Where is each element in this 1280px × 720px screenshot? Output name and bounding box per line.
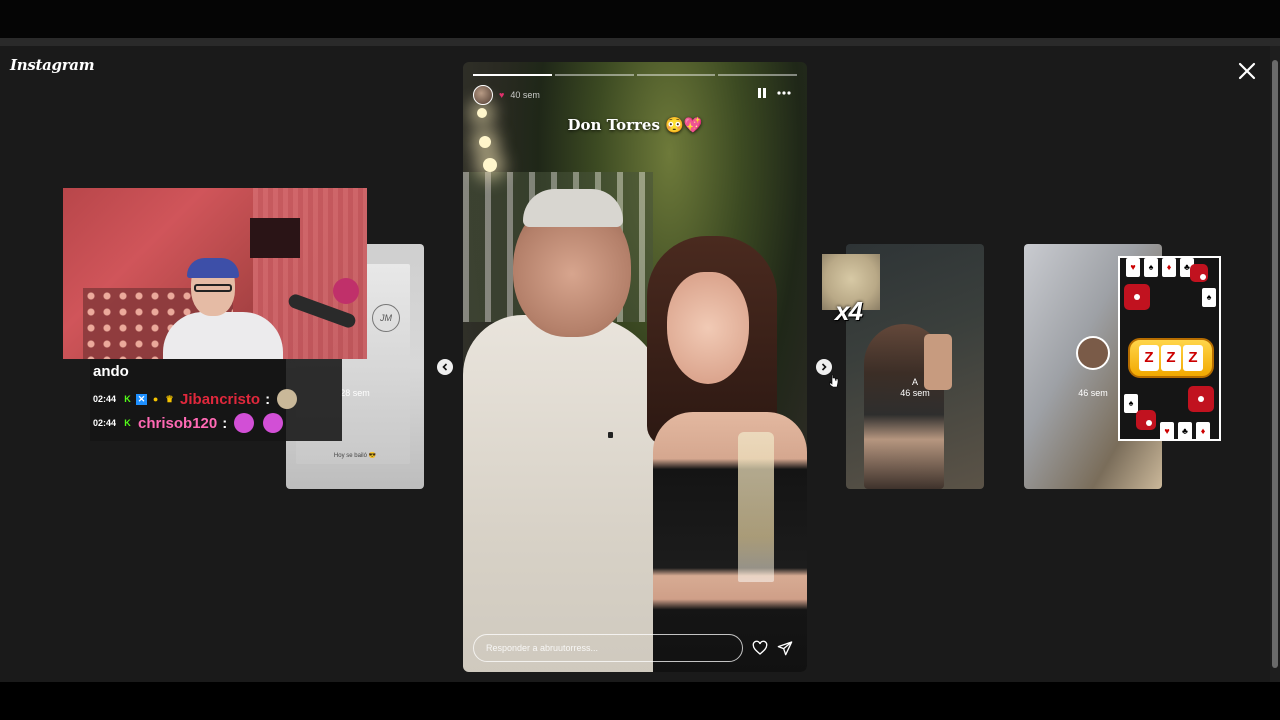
progress-segment <box>636 74 716 76</box>
story-progress-bar <box>473 74 797 76</box>
chat-title: ando <box>93 363 129 380</box>
crown-badge-icon: ♛ <box>165 393 174 404</box>
browser-tab-strip <box>0 38 1280 46</box>
avatar[interactable] <box>473 85 493 105</box>
headset <box>333 278 359 304</box>
story-preview-caption: Hoy se bailó 😎 <box>333 453 377 459</box>
dice-icon <box>1188 386 1214 412</box>
playing-card-icon: ♠ <box>1124 394 1138 413</box>
send-button[interactable] <box>777 640 793 656</box>
story-text-sticker: Don Torres 😳💖 <box>567 116 703 134</box>
story-preview-time: 46 sem <box>900 388 930 398</box>
progress-segment <box>473 74 552 76</box>
chevron-right-icon <box>821 363 827 371</box>
slot-machine-icon: Z Z Z <box>1128 338 1214 378</box>
more-icon <box>777 91 791 95</box>
story-header: ♥ 40 sem <box>473 84 540 106</box>
casino-sponsor-overlay: ♥ ♠ ♦ ♣ ♠ Z Z Z ♠ ♥ ♣ ♦ <box>1118 256 1221 441</box>
close-button[interactable] <box>1236 60 1258 82</box>
chat-timestamp: 02:44 <box>93 418 117 428</box>
photo-subject-woman <box>643 232 807 672</box>
heart-badge-icon: ♥ <box>499 90 505 100</box>
streamer-webcam <box>63 188 367 359</box>
kick-badge-icon: K <box>124 393 131 404</box>
string-light <box>479 136 491 148</box>
brand-logo-icon: JM <box>372 304 400 332</box>
chat-username: chrisob120 <box>138 414 218 432</box>
more-options-button[interactable] <box>776 86 792 100</box>
progress-segment <box>554 74 634 76</box>
chat-message: 02:44 K chrisob120 : <box>93 412 284 434</box>
instagram-logo[interactable]: Instagram <box>10 56 95 74</box>
previous-story-button[interactable] <box>437 359 453 375</box>
pause-icon <box>758 88 766 98</box>
photo-subject-man <box>463 187 668 672</box>
next-story-button[interactable] <box>816 359 832 375</box>
instagram-stories-viewer: Instagram JM 28 sem Hoy se bailó 😎 ♥ 40 … <box>0 46 1270 682</box>
playing-card-icon: ♦ <box>1162 258 1176 277</box>
dice-icon <box>1136 410 1156 430</box>
playing-card-icon: ♥ <box>1160 422 1174 439</box>
story-timestamp: 40 sem <box>510 90 540 100</box>
send-icon <box>777 641 793 656</box>
heart-icon <box>752 640 768 655</box>
chat-message: 02:44 K ✕ ● ♛ Jibancristo : <box>93 388 298 410</box>
chat-emote <box>234 413 255 433</box>
dice-icon <box>1190 264 1208 282</box>
mouse-cursor-icon <box>829 374 839 388</box>
emote-badge-icon: ● <box>152 393 159 404</box>
chevron-left-icon <box>442 363 448 371</box>
chat-timestamp: 02:44 <box>93 394 117 404</box>
progress-segment <box>718 74 797 76</box>
page-scrollbar[interactable] <box>1270 46 1280 682</box>
avatar <box>1076 336 1110 370</box>
playing-card-icon: ♣ <box>1178 422 1192 439</box>
story-preview-username: A <box>911 377 918 387</box>
chat-username: Jibancristo <box>180 390 261 408</box>
browser-top-bar <box>0 0 1280 38</box>
playing-card-icon: ♠ <box>1144 258 1158 277</box>
string-light <box>483 158 497 172</box>
emote-multiplier: x4 <box>835 296 863 326</box>
letterbox-bottom <box>0 682 1280 720</box>
dice-icon <box>1124 284 1150 310</box>
pause-button[interactable] <box>755 86 769 100</box>
playing-card-icon: ♥ <box>1126 258 1140 277</box>
subscriber-badge-icon: ✕ <box>136 393 148 405</box>
kick-badge-icon: K <box>124 417 131 428</box>
playing-card-icon: ♦ <box>1196 422 1210 439</box>
playing-card-icon: ♠ <box>1202 288 1216 307</box>
champagne-glass <box>738 432 774 582</box>
like-button[interactable] <box>752 640 768 656</box>
reply-input[interactable] <box>473 634 743 662</box>
chat-emote <box>277 389 298 409</box>
chat-emote <box>263 413 284 433</box>
stream-chat-overlay: ando 02:44 K ✕ ● ♛ Jibancristo : 02:44 K… <box>90 359 342 441</box>
scrollbar-thumb[interactable] <box>1272 60 1278 668</box>
active-story[interactable]: ♥ 40 sem Don Torres 😳💖 <box>463 62 807 672</box>
close-icon <box>1238 62 1256 80</box>
